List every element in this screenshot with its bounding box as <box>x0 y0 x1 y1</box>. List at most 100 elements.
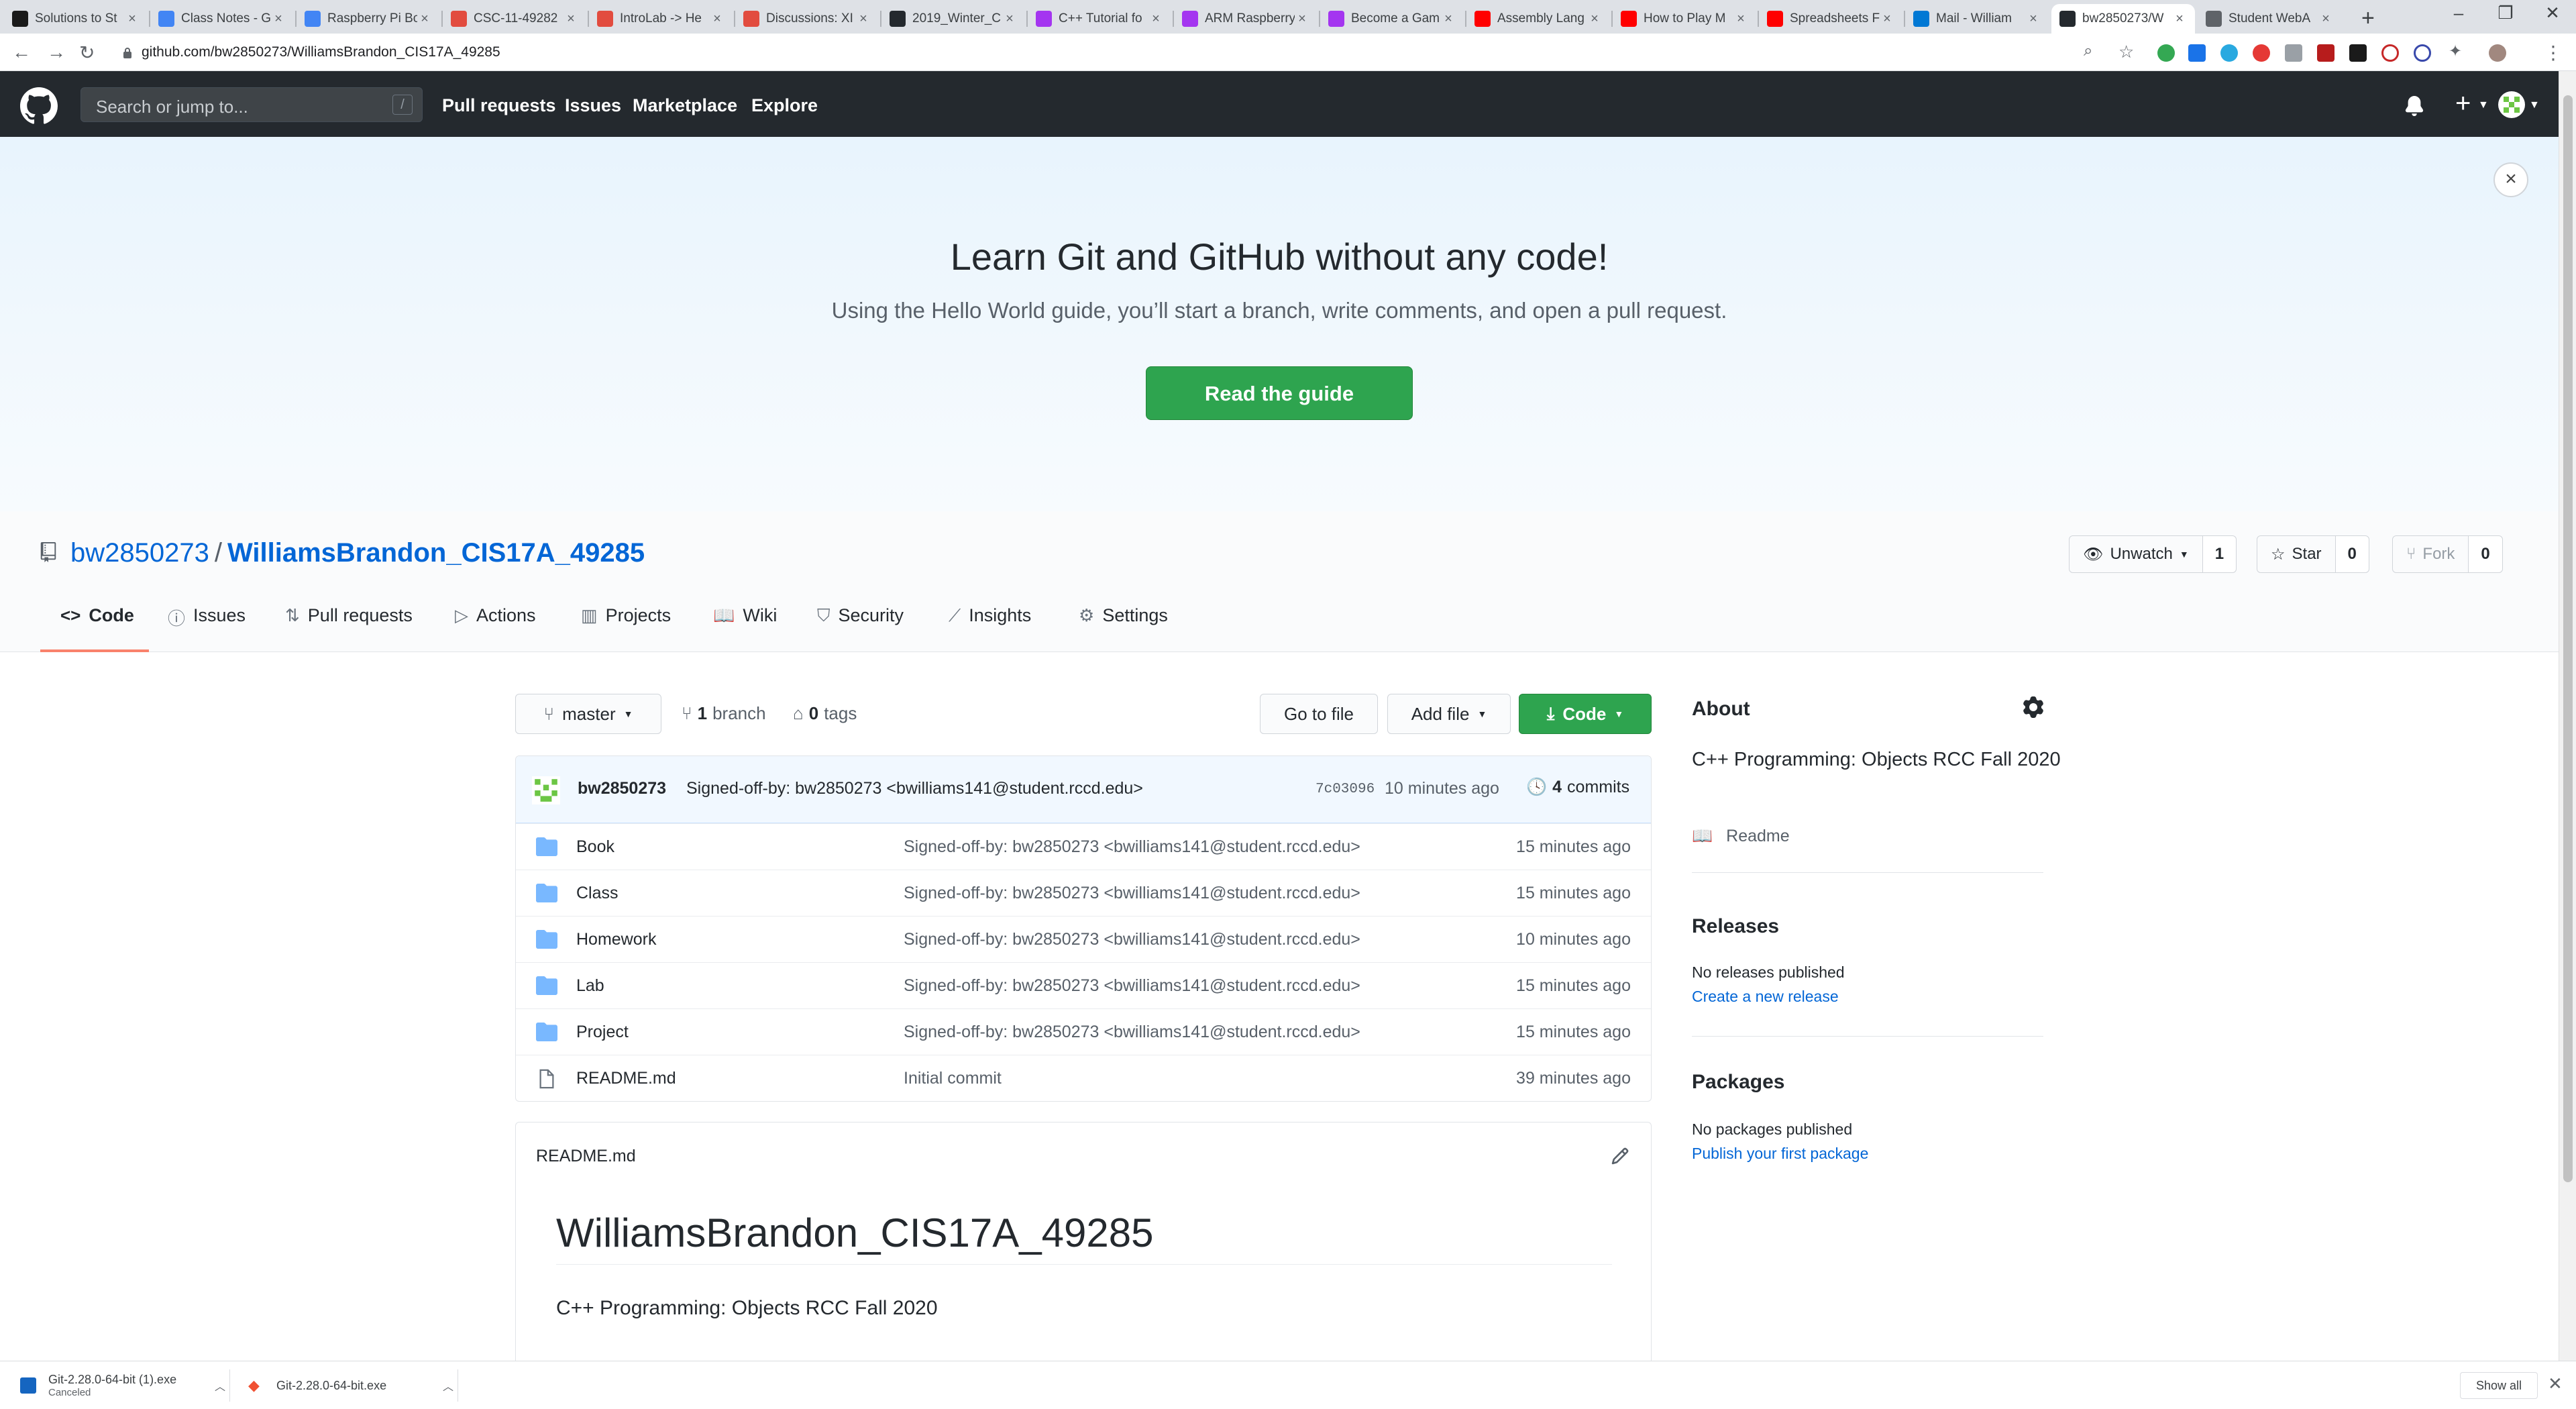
tab-close-icon[interactable]: × <box>2172 11 2187 27</box>
publish-package-link[interactable]: Publish your first package <box>1692 1145 1868 1163</box>
tab-wiki[interactable]: 📖 Wiki <box>713 605 777 652</box>
plus-icon[interactable]: + <box>2455 89 2471 119</box>
close-icon[interactable]: × <box>2493 162 2528 197</box>
extension-new-icon[interactable] <box>2188 44 2206 62</box>
go-to-file-button[interactable]: Go to file <box>1260 694 1378 734</box>
restore-button[interactable]: ❐ <box>2482 3 2529 23</box>
commits-history-link[interactable]: 🕓 4 commits <box>1526 778 1629 797</box>
code-button[interactable]: ⤓ Code ▼ <box>1519 694 1652 734</box>
show-all-downloads-button[interactable]: Show all <box>2460 1372 2538 1399</box>
branches-link[interactable]: ⑂ 1 branch <box>682 703 766 724</box>
screenshot-icon[interactable] <box>2285 44 2302 62</box>
branch-select-button[interactable]: ⑂ master ▼ <box>515 694 661 734</box>
browser-tab[interactable]: CSC-11-49282 × <box>443 4 586 34</box>
minimize-button[interactable]: – <box>2435 3 2482 23</box>
nav-marketplace[interactable]: Marketplace <box>633 95 737 116</box>
browser-tab[interactable]: Class Notes - G × <box>150 4 294 34</box>
browser-tab[interactable]: ARM Raspberry × <box>1174 4 1318 34</box>
commit-author-link[interactable]: bw2850273 <box>578 779 666 798</box>
search-input[interactable]: Search or jump to... / <box>80 87 423 122</box>
extension-dark-icon[interactable] <box>2349 44 2367 62</box>
watch-button[interactable]: 👁 Unwatch ▼ 1 <box>2069 535 2237 573</box>
download-item[interactable]: Git-2.28.0-64-bit (1).exe Canceled ︿ <box>20 1361 225 1409</box>
browser-tab[interactable]: IntroLab -> He × <box>589 4 733 34</box>
back-arrow-icon[interactable]: ← <box>12 42 31 63</box>
nav-issues[interactable]: Issues <box>565 95 621 116</box>
readme-link[interactable]: 📖 Readme <box>1692 827 1790 846</box>
close-icon[interactable]: ✕ <box>2548 1373 2563 1394</box>
tab-close-icon[interactable]: × <box>1880 11 1894 27</box>
watch-count[interactable]: 1 <box>2202 536 2237 572</box>
github-logo-icon[interactable] <box>20 87 58 125</box>
browser-tab[interactable]: Mail - William × <box>1905 4 2049 34</box>
file-name-link[interactable]: Lab <box>576 976 604 996</box>
add-file-button[interactable]: Add file ▼ <box>1387 694 1511 734</box>
file-name-link[interactable]: Project <box>576 1023 629 1042</box>
commit-message-link[interactable]: Signed-off-by: bw2850273 <bwilliams141@s… <box>686 779 1143 798</box>
tab-close-icon[interactable]: × <box>2318 11 2333 27</box>
fork-button[interactable]: ⑂ Fork 0 <box>2392 535 2503 573</box>
browser-tab[interactable]: Assembly Lang × <box>1466 4 1610 34</box>
tab-security[interactable]: ⛉ Security <box>817 605 904 652</box>
tab-close-icon[interactable]: × <box>1148 11 1163 27</box>
user-avatar[interactable] <box>2498 91 2525 118</box>
tab-close-icon[interactable]: × <box>1587 11 1602 27</box>
browser-menu-icon[interactable]: ⋮ <box>2544 42 2563 64</box>
file-name-link[interactable]: Book <box>576 837 614 857</box>
fork-count[interactable]: 0 <box>2468 536 2502 572</box>
tab-close-icon[interactable]: × <box>417 11 432 27</box>
calendar-extension-icon[interactable] <box>2317 44 2334 62</box>
chevron-down-icon[interactable]: ▼ <box>2529 99 2540 111</box>
tags-link[interactable]: ⌂ 0 tags <box>793 703 857 724</box>
browser-tab[interactable]: Discussions: XI × <box>735 4 879 34</box>
file-commit-message-link[interactable]: Signed-off-by: bw2850273 <bwilliams141@s… <box>904 930 1360 949</box>
tab-close-icon[interactable]: × <box>1733 11 1748 27</box>
extensions-puzzle-icon[interactable]: ✦ <box>2449 42 2462 61</box>
tab-close-icon[interactable]: × <box>1295 11 1309 27</box>
packages-heading[interactable]: Packages <box>1692 1071 1784 1094</box>
browser-tab[interactable]: bw2850273/W × <box>2051 4 2195 34</box>
tab-issues[interactable]: ⓘ Issues <box>168 605 246 652</box>
nav-pull-requests[interactable]: Pull requests <box>442 95 556 116</box>
browser-tab[interactable]: How to Play M × <box>1613 4 1756 34</box>
star-count[interactable]: 0 <box>2334 536 2369 572</box>
tab-insights[interactable]: ⟋ Insights <box>949 605 1031 652</box>
repo-name-link[interactable]: WilliamsBrandon_CIS17A_49285 <box>227 538 645 568</box>
browser-tab[interactable]: 2019_Winter_C × <box>881 4 1025 34</box>
browser-tab[interactable]: C++ Tutorial fo × <box>1028 4 1171 34</box>
tab-close-icon[interactable]: × <box>710 11 724 27</box>
browser-tab[interactable]: Solutions to St × <box>4 4 148 34</box>
star-button[interactable]: ☆ Star 0 <box>2257 535 2369 573</box>
read-guide-button[interactable]: Read the guide <box>1146 366 1413 420</box>
releases-heading[interactable]: Releases <box>1692 915 1779 938</box>
tab-settings[interactable]: ⚙ Settings <box>1079 605 1168 652</box>
file-commit-message-link[interactable]: Signed-off-by: bw2850273 <bwilliams141@s… <box>904 884 1360 903</box>
pencil-icon[interactable] <box>1611 1147 1629 1165</box>
address-bar[interactable]: github.com/bw2850273/WilliamsBrandon_CIS… <box>117 39 2147 66</box>
tab-pull-requests[interactable]: ⇅ Pull requests <box>285 605 413 652</box>
browser-tab[interactable]: Raspberry Pi Bo × <box>297 4 440 34</box>
browser-tab[interactable]: Student WebA × <box>2198 4 2341 34</box>
file-commit-message-link[interactable]: Signed-off-by: bw2850273 <bwilliams141@s… <box>904 1023 1360 1042</box>
file-commit-message-link[interactable]: Signed-off-by: bw2850273 <bwilliams141@s… <box>904 976 1360 996</box>
file-name-link[interactable]: Homework <box>576 930 656 949</box>
commit-sha-link[interactable]: 7c03096 <box>1316 782 1375 797</box>
onedrive-icon[interactable] <box>2220 44 2238 62</box>
file-name-link[interactable]: Class <box>576 884 619 903</box>
profile-avatar[interactable] <box>2489 44 2506 62</box>
tab-close-icon[interactable]: × <box>125 11 140 27</box>
block-extension-icon[interactable] <box>2381 44 2399 62</box>
scrollbar-thumb[interactable] <box>2563 95 2573 1182</box>
commit-author-avatar[interactable] <box>532 776 560 804</box>
tab-projects[interactable]: ▥ Projects <box>581 605 671 652</box>
tab-close-icon[interactable]: × <box>271 11 286 27</box>
file-commit-message-link[interactable]: Signed-off-by: bw2850273 <bwilliams141@s… <box>904 837 1360 857</box>
file-name-link[interactable]: README.md <box>576 1069 676 1088</box>
forward-arrow-icon[interactable]: → <box>47 42 66 63</box>
tab-close-icon[interactable]: × <box>856 11 871 27</box>
tab-code[interactable]: <> Code <box>40 605 149 652</box>
zoom-icon[interactable]: ⌕ <box>2084 42 2092 60</box>
tab-actions[interactable]: ▷ Actions <box>455 605 536 652</box>
page-scrollbar[interactable] <box>2559 71 2576 1361</box>
window-close-button[interactable]: ✕ <box>2529 3 2576 23</box>
